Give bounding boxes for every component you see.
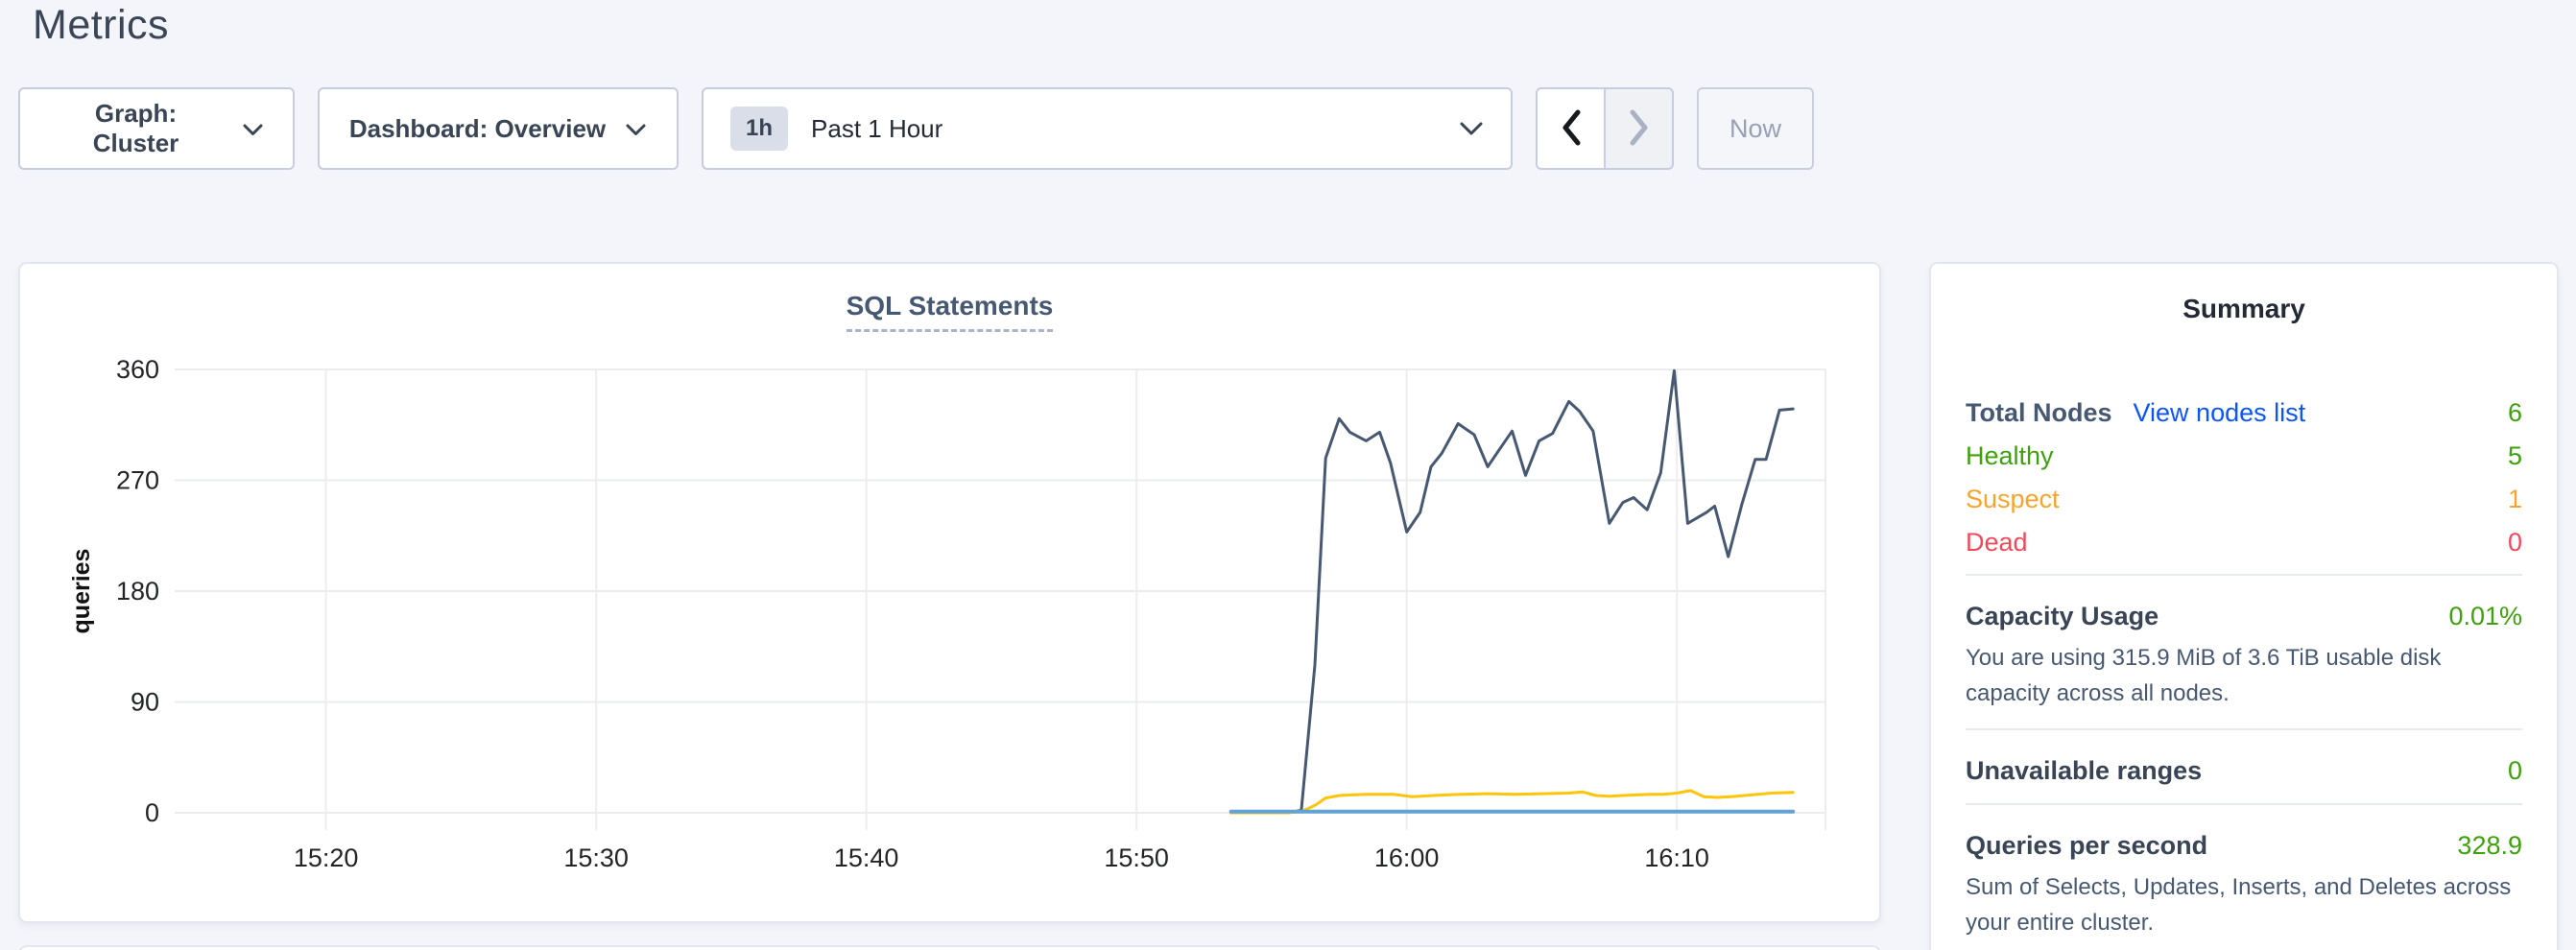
- chevron-down-icon: [625, 114, 647, 144]
- capacity-usage-section: Capacity Usage 0.01% You are using 315.9…: [1966, 601, 2522, 711]
- capacity-usage-description: You are using 315.9 MiB of 3.6 TiB usabl…: [1966, 640, 2522, 711]
- time-forward-button[interactable]: [1604, 87, 1674, 170]
- total-nodes-row: Total Nodes View nodes list 6: [1966, 398, 2522, 427]
- divider: [1966, 574, 2522, 576]
- dead-nodes-row: Dead 0: [1966, 528, 2522, 557]
- chevron-down-icon: [1459, 114, 1484, 144]
- svg-text:15:20: 15:20: [294, 843, 359, 872]
- sql-statements-chart-card: SQL Statements 09018027036015:2015:3015:…: [18, 262, 1881, 923]
- chevron-down-icon: [242, 114, 264, 144]
- queries-per-second-label: Queries per second: [1966, 830, 2207, 861]
- summary-title: Summary: [1966, 293, 2522, 325]
- svg-text:15:50: 15:50: [1104, 843, 1169, 872]
- healthy-label: Healthy: [1966, 441, 2054, 470]
- graph-dropdown-label: Graph: Cluster: [49, 99, 223, 158]
- time-range-label: Past 1 Hour: [811, 114, 942, 144]
- queries-per-second-section: Queries per second 328.9 Sum of Selects,…: [1966, 830, 2522, 940]
- chevron-right-icon: [1627, 107, 1652, 151]
- total-nodes-value: 6: [2508, 398, 2522, 427]
- svg-text:queries: queries: [68, 549, 95, 634]
- suspect-nodes-row: Suspect 1: [1966, 485, 2522, 513]
- total-nodes-label: Total Nodes: [1966, 398, 2112, 427]
- unavailable-ranges-section: Unavailable ranges 0: [1966, 755, 2522, 786]
- time-pager: [1536, 87, 1674, 170]
- svg-text:90: 90: [131, 688, 159, 717]
- divider: [1966, 803, 2522, 805]
- unavailable-ranges-label: Unavailable ranges: [1966, 755, 2202, 786]
- svg-text:360: 360: [116, 355, 159, 384]
- healthy-nodes-row: Healthy 5: [1966, 441, 2522, 470]
- node-status-rows: Total Nodes View nodes list 6 Healthy 5 …: [1966, 398, 2522, 557]
- healthy-value: 5: [2508, 441, 2522, 470]
- toolbar: Graph: Cluster Dashboard: Overview 1h Pa…: [18, 87, 1814, 170]
- time-range-badge: 1h: [730, 107, 788, 151]
- sql-statements-chart[interactable]: 0 90 180 270 360 15:20 15:30 15:40 15:50 16:00 16:…: [20, 264, 1879, 921]
- now-button[interactable]: Now: [1697, 87, 1814, 170]
- chevron-left-icon: [1559, 107, 1584, 151]
- dead-label: Dead: [1966, 528, 2028, 557]
- dead-value: 0: [2508, 528, 2522, 557]
- time-range-picker[interactable]: 1h Past 1 Hour: [702, 87, 1513, 170]
- capacity-usage-label: Capacity Usage: [1966, 601, 2159, 631]
- unavailable-ranges-value: 0: [2508, 755, 2522, 786]
- time-back-button[interactable]: [1536, 87, 1606, 170]
- queries-per-second-value: 328.9: [2457, 830, 2522, 861]
- page-title: Metrics: [33, 2, 169, 49]
- svg-text:16:10: 16:10: [1644, 843, 1709, 872]
- next-chart-card-partial: [18, 945, 1881, 950]
- queries-per-second-description: Sum of Selects, Updates, Inserts, and De…: [1966, 869, 2522, 940]
- graph-dropdown[interactable]: Graph: Cluster: [18, 87, 295, 170]
- dashboard-dropdown[interactable]: Dashboard: Overview: [318, 87, 679, 170]
- svg-text:180: 180: [116, 577, 159, 606]
- capacity-usage-value: 0.01%: [2448, 601, 2522, 631]
- svg-text:16:00: 16:00: [1374, 843, 1440, 872]
- dashboard-dropdown-label: Dashboard: Overview: [349, 114, 606, 144]
- svg-text:15:40: 15:40: [834, 843, 899, 872]
- svg-text:15:30: 15:30: [563, 843, 629, 872]
- svg-text:270: 270: [116, 466, 159, 495]
- suspect-value: 1: [2508, 485, 2522, 513]
- divider: [1966, 728, 2522, 730]
- view-nodes-list-link[interactable]: View nodes list: [2134, 398, 2306, 427]
- svg-text:0: 0: [145, 798, 159, 827]
- suspect-label: Suspect: [1966, 485, 2060, 513]
- summary-panel: Summary Total Nodes View nodes list 6 He…: [1929, 262, 2559, 950]
